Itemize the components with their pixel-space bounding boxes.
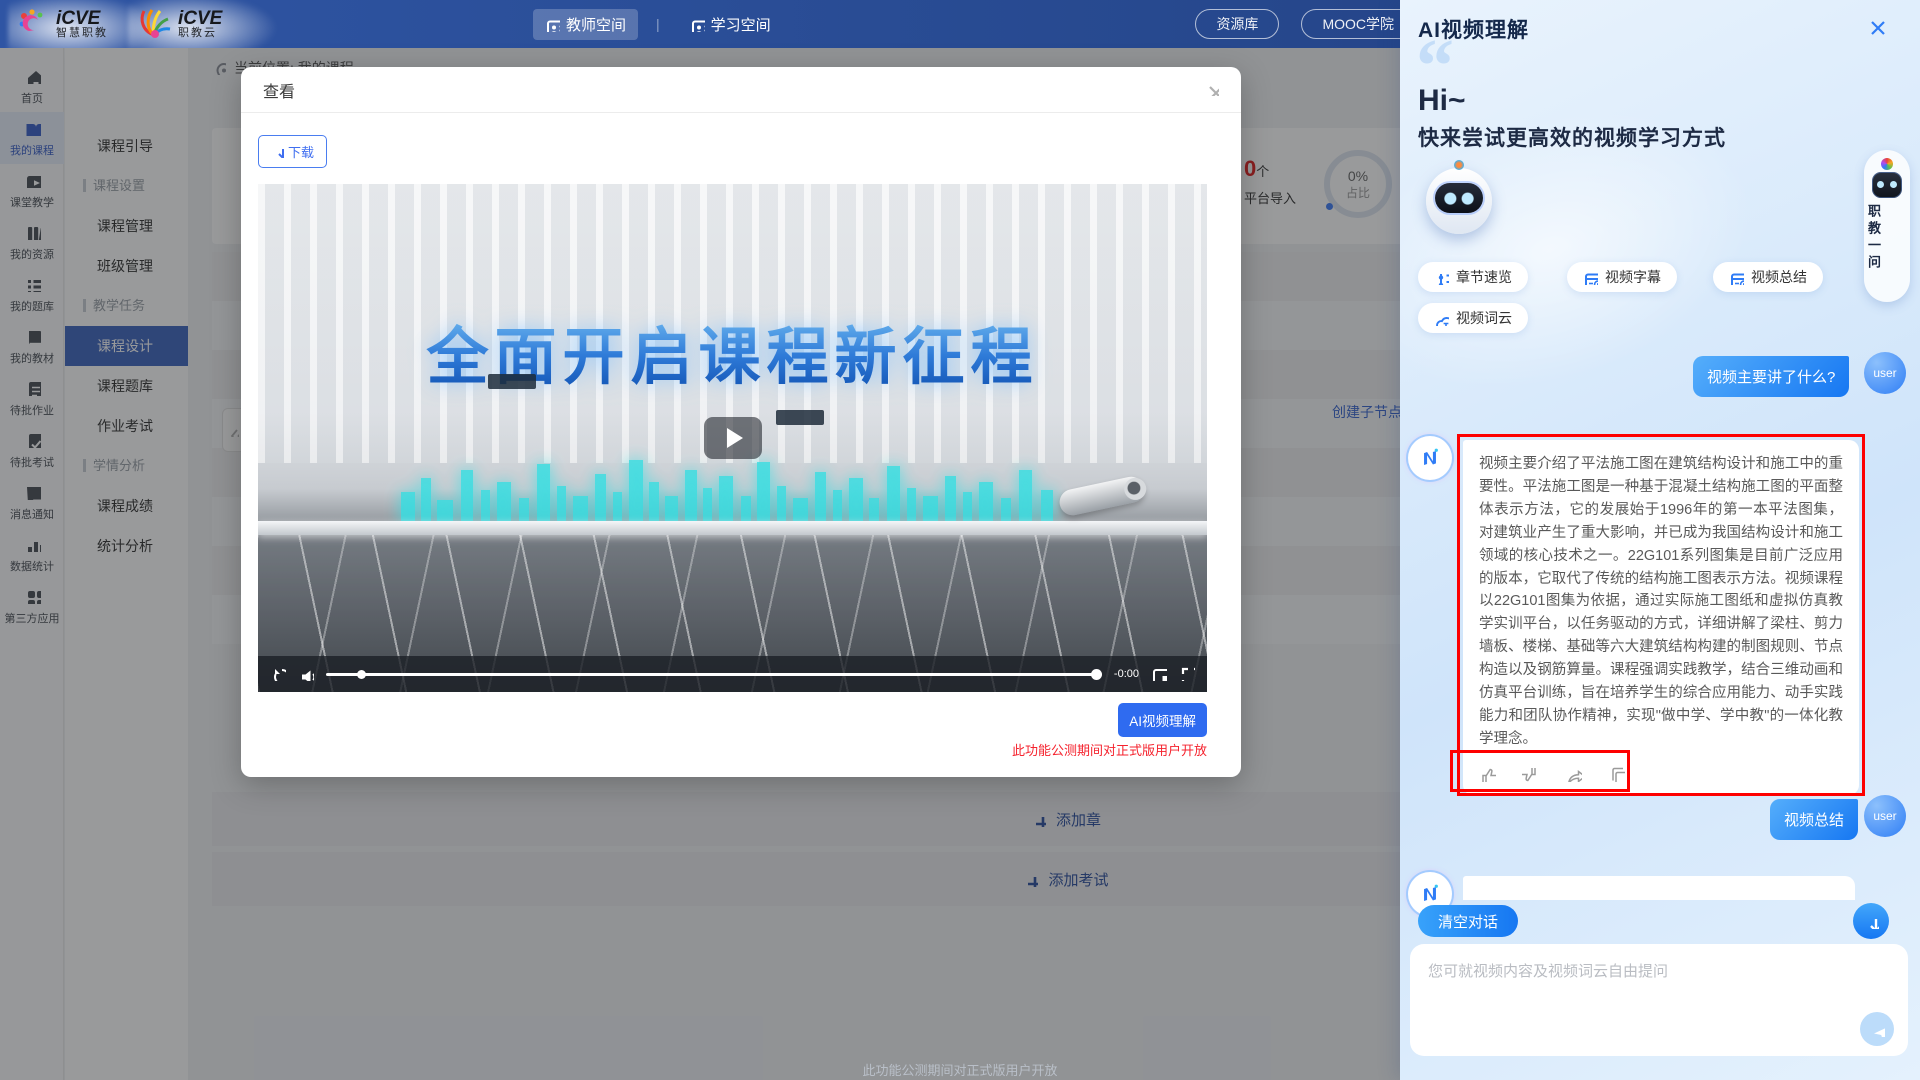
- teacher-space-label: 教师空间: [566, 14, 626, 35]
- user-question-bubble: 视频主要讲了什么?: [1693, 356, 1849, 397]
- volume-icon[interactable]: [298, 665, 314, 683]
- video-title-text: 全面开启课程新征程: [258, 306, 1207, 396]
- chat-input[interactable]: [1410, 944, 1908, 1024]
- nav-divider: |: [656, 16, 660, 32]
- action-label: 视频字幕: [1605, 267, 1661, 287]
- widget-label: 职教一问: [1864, 204, 1883, 272]
- ai-logo-icon: [1417, 881, 1443, 907]
- panel-beta-note: 此功能公测期间对正式版用户开放: [0, 1060, 1920, 1079]
- ai-video-understanding-button[interactable]: AI视频理解: [1118, 703, 1207, 737]
- panel-close-icon[interactable]: [1866, 16, 1886, 40]
- logo2-name: iCVE: [178, 9, 222, 28]
- action-label: 章节速览: [1456, 267, 1512, 287]
- message-actions: [1479, 765, 1625, 785]
- learning-space-label: 学习空间: [711, 14, 771, 35]
- ai-assistant-avatar: [1408, 436, 1452, 480]
- replay-icon[interactable]: [270, 665, 286, 683]
- video-subtitle-icon: [1583, 270, 1598, 285]
- icve-flower-icon: [16, 7, 50, 41]
- download-icon: [271, 145, 284, 158]
- action-label: 视频词云: [1456, 308, 1512, 328]
- thumbs-up-icon[interactable]: [1479, 765, 1496, 785]
- send-button[interactable]: [1860, 1012, 1894, 1046]
- mini-robot-icon: [1872, 172, 1902, 198]
- learning-space-tab[interactable]: 学习空间: [678, 9, 783, 40]
- video-controls-bar: -0:00: [258, 656, 1207, 692]
- play-button[interactable]: [704, 417, 762, 459]
- video-summary-button[interactable]: 视频总结: [1713, 262, 1823, 292]
- logo1-name: iCVE: [56, 9, 108, 28]
- icve-mini-logo-icon: [1881, 158, 1893, 170]
- logo2-sub: 职教云: [178, 28, 222, 39]
- ai-answer-text: 视频主要介绍了平法施工图在建筑结构设计和施工中的重要性。平法施工图是一种基于混凝…: [1479, 453, 1843, 751]
- fullscreen-icon[interactable]: [1179, 665, 1195, 683]
- video-wordcloud-button[interactable]: 视频词云: [1418, 303, 1528, 333]
- word-cloud-icon: [1434, 311, 1449, 326]
- slogan-text: 快来尝试更高效的视频学习方式: [1418, 122, 1726, 152]
- video-tag-badge: [488, 374, 536, 389]
- ai-logo-icon: [1417, 445, 1443, 471]
- modal-header: 查看: [241, 67, 1241, 113]
- chapter-overview-button[interactable]: 章节速览: [1418, 262, 1528, 292]
- ai-panel-title: AI视频理解: [1418, 14, 1529, 44]
- zhijiao-yiwen-widget[interactable]: 职教一问: [1864, 150, 1910, 302]
- learning-space-icon: [690, 17, 705, 32]
- logo-icve-zjy[interactable]: iCVE 职教云: [136, 7, 222, 41]
- modal-title: 查看: [263, 78, 295, 102]
- chapter-list-icon: [1434, 270, 1449, 285]
- playhead-handle[interactable]: [1091, 669, 1102, 680]
- user-summary-bubble: 视频总结: [1770, 799, 1858, 840]
- user-avatar: user: [1864, 352, 1906, 394]
- action-label: 视频总结: [1751, 267, 1807, 287]
- video-subtitles-button[interactable]: 视频字幕: [1567, 262, 1677, 292]
- app-root: iCVE 智慧职教 iCVE 职教云 教师空间: [0, 0, 1920, 1080]
- video-tag-badge: [776, 410, 824, 425]
- teacher-space-tab[interactable]: 教师空间: [533, 9, 638, 40]
- mooc-academy-button[interactable]: MOOC学院: [1301, 9, 1415, 39]
- ai-answer-message: 视频主要介绍了平法施工图在建筑结构设计和施工中的重要性。平法施工图是一种基于混凝…: [1463, 440, 1859, 795]
- chat-input-card: [1410, 944, 1908, 1056]
- time-remaining: -0:00: [1114, 668, 1139, 680]
- modal-close-icon[interactable]: [1204, 81, 1219, 98]
- thumbs-down-icon[interactable]: [1522, 765, 1539, 785]
- resource-library-button[interactable]: 资源库: [1195, 9, 1279, 39]
- ai-pending-message: [1463, 876, 1855, 900]
- video-summary-icon: [1729, 270, 1744, 285]
- video-player[interactable]: 全面开启课程新征程 -0:00: [258, 184, 1207, 692]
- scroll-to-bottom-button[interactable]: [1853, 903, 1889, 939]
- buffer-handle[interactable]: [357, 670, 366, 679]
- logo1-sub: 智慧职教: [56, 28, 108, 39]
- beta-availability-note: 此功能公测期间对正式版用户开放: [1012, 740, 1207, 759]
- seek-bar[interactable]: [326, 673, 1102, 676]
- icve-peacock-icon: [136, 7, 172, 41]
- download-button[interactable]: 下载: [258, 135, 327, 168]
- user-avatar: user: [1864, 795, 1906, 837]
- copy-icon[interactable]: [1608, 765, 1625, 785]
- view-modal: 查看 下载: [241, 67, 1241, 777]
- share-icon[interactable]: [1565, 765, 1582, 785]
- platform-edge: [258, 521, 1207, 535]
- logo-icve-zhjy[interactable]: iCVE 智慧职教: [16, 7, 108, 41]
- download-label: 下载: [288, 142, 314, 161]
- city-skyline-graphic: [391, 452, 1071, 524]
- greeting-text: Hi~: [1418, 84, 1466, 118]
- ai-robot-avatar: [1426, 168, 1492, 234]
- picture-in-picture-icon[interactable]: [1151, 665, 1167, 683]
- teacher-space-icon: [545, 17, 560, 32]
- clear-chat-button[interactable]: 清空对话: [1418, 905, 1518, 937]
